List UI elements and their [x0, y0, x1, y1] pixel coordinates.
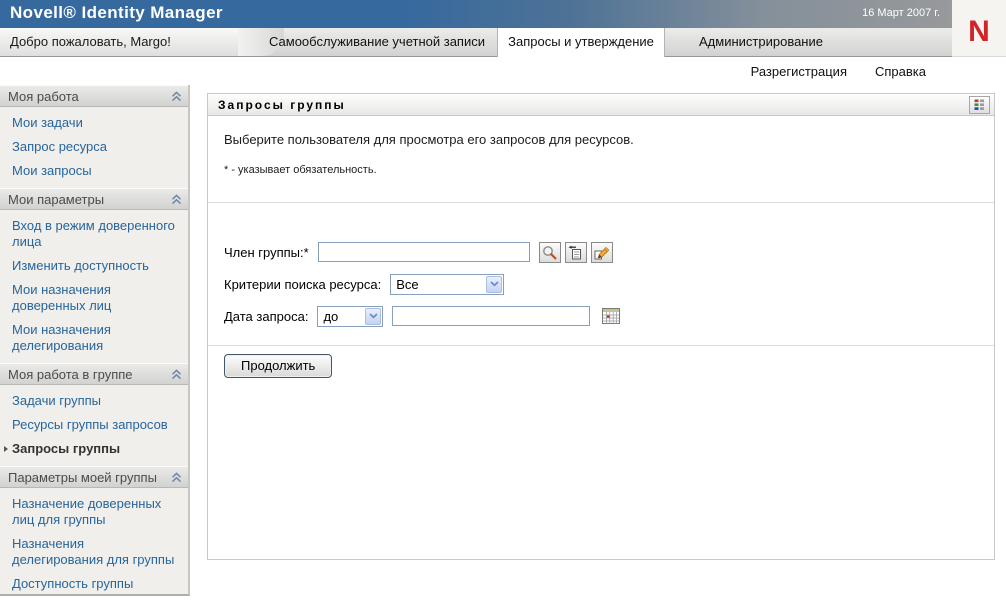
collapse-chevrons-icon[interactable]	[171, 369, 182, 380]
divider	[208, 202, 994, 203]
divider	[208, 345, 994, 346]
sidebar-item-team-availability[interactable]: Доступность группы	[0, 572, 188, 596]
pencil-edit-icon	[594, 245, 609, 260]
sidebar-section-team-work: Моя работа в группе Задачи группы Ресурс…	[0, 363, 188, 461]
sidebar-item-my-delegation-assignments[interactable]: Мои назначения делегирования	[0, 318, 188, 358]
history-icon	[568, 245, 583, 260]
welcome-text: Добро пожаловать, Margo!	[0, 28, 238, 56]
sidebar-section-my-settings: Мои параметры Вход в режим доверенного л…	[0, 188, 188, 358]
member-label: Член группы:*	[224, 245, 309, 260]
logout-link[interactable]: Разрегистрация	[751, 64, 847, 79]
sidebar-item-my-requests[interactable]: Мои запросы	[0, 159, 188, 183]
chevron-down-icon	[365, 308, 381, 325]
date-input[interactable]	[392, 306, 590, 326]
novell-logo-box: N	[952, 0, 1006, 57]
page: Novell® Identity Manager 16 Март 2007 г.…	[0, 0, 1006, 601]
collapse-chevrons-icon[interactable]	[171, 194, 182, 205]
sidebar-section-title: Параметры моей группы	[8, 470, 157, 485]
tab-requests-approvals[interactable]: Запросы и утверждение	[497, 28, 665, 57]
member-row: Член группы:*	[224, 241, 978, 263]
calendar-picker-button[interactable]	[602, 308, 620, 324]
help-link[interactable]: Справка	[875, 64, 926, 79]
date-operator-select[interactable]: до	[317, 306, 383, 327]
sidebar-item-my-proxy-assignments[interactable]: Мои назначения доверенных лиц	[0, 278, 188, 318]
tab-account-self-service[interactable]: Самообслуживание учетной записи	[262, 28, 492, 56]
sidebar-section-header: Моя работа	[0, 85, 188, 107]
sidebar-section-header: Моя работа в группе	[0, 363, 188, 385]
sidebar-section-my-work: Моя работа Мои задачи Запрос ресурса Мои…	[0, 85, 188, 183]
resource-criteria-value: Все	[396, 277, 418, 292]
chevron-down-icon	[486, 276, 502, 293]
calendar-icon	[602, 308, 620, 324]
sidebar-item-proxy-mode[interactable]: Вход в режим доверенного лица	[0, 214, 188, 254]
object-history-button[interactable]	[565, 242, 587, 263]
intro-text: Выберите пользователя для просмотра его …	[224, 132, 978, 147]
portlet-grid-icon	[974, 99, 985, 111]
date-row: Дата запроса: до	[224, 305, 978, 327]
collapse-chevrons-icon[interactable]	[171, 91, 182, 102]
sidebar-section-title: Мои параметры	[8, 192, 104, 207]
reset-field-button[interactable]	[591, 242, 613, 263]
sidebar-section-title: Моя работа в группе	[8, 367, 133, 382]
sidebar-section-header: Параметры моей группы	[0, 466, 188, 488]
date-operator-value: до	[323, 309, 338, 324]
search-icon	[542, 245, 557, 260]
continue-button[interactable]: Продолжить	[224, 354, 332, 378]
portlet-title: Запросы группы	[218, 98, 346, 112]
criteria-label: Критерии поиска ресурса:	[224, 277, 381, 292]
group-requests-portlet: Запросы группы Выберите пользователя для…	[207, 93, 995, 560]
sidebar-item-team-delegation-assignments[interactable]: Назначения делегирования для группы	[0, 532, 188, 572]
sidebar-item-edit-availability[interactable]: Изменить доступность	[0, 254, 188, 278]
top-header-bar: Novell® Identity Manager 16 Март 2007 г.	[0, 0, 952, 28]
sidebar-section-header: Мои параметры	[0, 188, 188, 210]
sidebar-item-team-request-resources[interactable]: Ресурсы группы запросов	[0, 413, 188, 437]
group-requests-form: Член группы:*	[224, 241, 978, 327]
portlet-body: Выберите пользователя для просмотра его …	[208, 132, 994, 378]
sidebar-section-team-settings: Параметры моей группы Назначение доверен…	[0, 466, 188, 596]
criteria-row: Критерии поиска ресурса: Все	[224, 273, 978, 295]
collapse-chevrons-icon[interactable]	[171, 472, 182, 483]
object-lookup-button[interactable]	[539, 242, 561, 263]
sidebar-item-team-proxy-assignments[interactable]: Назначение доверенных лиц для группы	[0, 492, 188, 532]
tab-bar: Добро пожаловать, Margo! Самообслуживани…	[0, 28, 952, 57]
sidebar: Моя работа Мои задачи Запрос ресурса Мои…	[0, 85, 190, 596]
sidebar-item-request-resource[interactable]: Запрос ресурса	[0, 135, 188, 159]
novell-n-icon: N	[968, 17, 990, 47]
resource-criteria-select[interactable]: Все	[390, 274, 504, 295]
date-label: Дата запроса:	[224, 309, 308, 324]
required-note: * - указывает обязательность.	[224, 164, 978, 176]
tab-administration[interactable]: Администрирование	[666, 28, 856, 56]
brand-title: Novell® Identity Manager	[10, 3, 223, 23]
portlet-title-bar: Запросы группы	[208, 94, 994, 116]
header-date: 16 Март 2007 г.	[862, 7, 940, 19]
sidebar-item-team-requests[interactable]: Запросы группы	[0, 437, 188, 461]
portlet-settings-button[interactable]	[969, 96, 990, 114]
sidebar-item-my-tasks[interactable]: Мои задачи	[0, 111, 188, 135]
sidebar-section-title: Моя работа	[8, 89, 79, 104]
member-input[interactable]	[318, 242, 530, 262]
member-field-buttons	[539, 242, 613, 263]
sidebar-item-team-tasks[interactable]: Задачи группы	[0, 389, 188, 413]
utility-links-bar: Разрегистрация Справка	[0, 57, 1006, 85]
